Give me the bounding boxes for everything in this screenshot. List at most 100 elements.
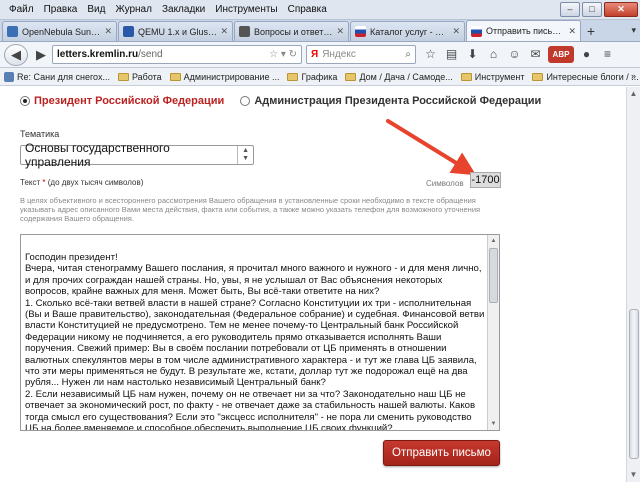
- tab-label: Отправить письмо П...: [486, 26, 565, 36]
- textarea-scrollbar[interactable]: ▲ ▼: [487, 235, 499, 430]
- search-box[interactable]: Я Яндекс ⌕: [306, 45, 416, 64]
- tab-close-icon[interactable]: ✕: [220, 26, 228, 37]
- scroll-down-icon[interactable]: ▼: [488, 418, 499, 430]
- bookmark-folder[interactable]: Администрирование ...: [169, 71, 280, 82]
- menu-file[interactable]: Файл: [4, 4, 39, 15]
- folder-icon: [345, 72, 357, 81]
- back-button[interactable]: ◀: [4, 43, 28, 66]
- bookmark-star-icon[interactable]: ☆: [422, 46, 439, 63]
- topic-select[interactable]: Основы государственного управления ▲ ▼: [20, 141, 254, 169]
- message-textarea[interactable]: Господин президент! Вчера, читая стеногр…: [20, 234, 500, 431]
- tab-label: QEMU 1.x и GlusterFS 3.4...: [138, 26, 217, 37]
- tab-bar: OpenNebula Sunstone... ✕ QEMU 1.x и Glus…: [0, 20, 640, 42]
- menu-help[interactable]: Справка: [283, 4, 332, 15]
- folder-icon: [117, 72, 129, 81]
- recipient-selector: Президент Российской Федерации Администр…: [20, 95, 557, 107]
- tab-close-icon[interactable]: ✕: [568, 26, 576, 37]
- bookmarks-overflow-icon[interactable]: »: [631, 71, 636, 81]
- url-domain: letters.kremlin.ru: [57, 49, 139, 60]
- page-icon: [4, 71, 14, 82]
- bookmark-label: Интересные блоги / ...: [546, 71, 639, 82]
- tab-questions[interactable]: Вопросы и ответы по... ✕: [234, 21, 349, 41]
- bookmark-folder[interactable]: Работа: [117, 71, 162, 82]
- bookmarks-bar: Re: Сани для снегох... Работа Администри…: [0, 68, 640, 86]
- minimize-button[interactable]: –: [560, 2, 580, 17]
- send-letter-button[interactable]: Отправить письмо: [383, 440, 500, 466]
- bookmark-label: Работа: [131, 71, 162, 82]
- page-scroll-thumb[interactable]: [629, 309, 639, 459]
- radio-president-label[interactable]: Президент Российской Федерации: [34, 95, 224, 107]
- form-hint: В целях объективного и всестороннего рас…: [20, 196, 481, 223]
- url-text: letters.kremlin.ru/send: [57, 49, 163, 60]
- radio-administration[interactable]: [240, 96, 251, 106]
- menu-edit[interactable]: Правка: [39, 4, 83, 15]
- radio-administration-label[interactable]: Администрация Президента Российской Феде…: [254, 95, 541, 107]
- new-tab-button[interactable]: +: [582, 23, 600, 41]
- text-label-title: Текст: [20, 178, 41, 187]
- reload-icon[interactable]: ☆ ▾ ↻: [269, 49, 297, 60]
- tab-close-icon[interactable]: ✕: [336, 26, 344, 37]
- clipboard-icon[interactable]: ▤: [443, 46, 460, 63]
- tab-close-icon[interactable]: ✕: [104, 26, 112, 37]
- tab-services-catalog[interactable]: Каталог услуг - Порт... ✕: [350, 21, 465, 41]
- text-limit-note: (до двух тысяч символов): [47, 178, 144, 187]
- home-icon[interactable]: ⌂: [485, 46, 502, 63]
- maximize-button[interactable]: □: [582, 2, 602, 17]
- scroll-up-icon[interactable]: ▲: [627, 87, 640, 101]
- close-window-button[interactable]: ✕: [604, 2, 638, 17]
- tab-send-letter[interactable]: Отправить письмо П... ✕: [466, 20, 581, 41]
- bookmark-label: Инструмент: [474, 71, 525, 82]
- search-placeholder: Яндекс: [322, 49, 356, 60]
- bookmark-item[interactable]: Re: Сани для снегох...: [4, 71, 110, 82]
- russia-icon[interactable]: ●: [578, 46, 595, 63]
- menu-bookmarks[interactable]: Закладки: [157, 4, 210, 15]
- text-label: Текст * (до двух тысяч символов): [20, 178, 143, 187]
- annotation-arrow-icon: [386, 119, 477, 176]
- char-counter: -1700: [470, 172, 501, 188]
- adblock-icon[interactable]: ABP: [548, 46, 574, 63]
- menu-tools[interactable]: Инструменты: [210, 4, 282, 15]
- toolbar-icons: ☆ ▤ ⬇ ⌂ ☺ ✉ ABP ● ≡: [422, 46, 616, 63]
- download-icon[interactable]: ⬇: [464, 46, 481, 63]
- navigation-bar: ◀ ▶ letters.kremlin.ru/send ☆ ▾ ↻ Я Янде…: [0, 42, 640, 68]
- page-scrollbar[interactable]: ▲ ▼: [626, 87, 640, 482]
- tab-label: Каталог услуг - Порт...: [370, 26, 449, 37]
- menu-icon[interactable]: ≡: [599, 46, 616, 63]
- tab-list-chevron-icon[interactable]: ▾: [631, 25, 636, 36]
- scroll-down-icon[interactable]: ▼: [627, 468, 640, 482]
- tab-close-icon[interactable]: ✕: [452, 26, 460, 37]
- folder-icon: [169, 72, 181, 81]
- window-controls: – □ ✕: [560, 2, 638, 17]
- folder-icon: [287, 72, 299, 81]
- url-path: /send: [138, 49, 163, 60]
- page-content: Президент Российской Федерации Администр…: [0, 87, 626, 482]
- opennebula-favicon-icon: [7, 26, 18, 37]
- bookmark-folder[interactable]: Графика: [287, 72, 337, 82]
- menu-view[interactable]: Вид: [82, 4, 110, 15]
- menu-history[interactable]: Журнал: [110, 4, 157, 15]
- textarea-scroll-thumb[interactable]: [489, 248, 498, 303]
- bookmark-folder[interactable]: Интересные блоги / ...: [532, 71, 639, 82]
- menu-bar: Файл Правка Вид Журнал Закладки Инструме…: [0, 0, 640, 20]
- tab-qemu[interactable]: QEMU 1.x и GlusterFS 3.4... ✕: [118, 21, 233, 41]
- yandex-icon: Я: [311, 49, 319, 60]
- bookmark-folder[interactable]: Дом / Дача / Самоде...: [345, 71, 453, 82]
- s-favicon-icon: [239, 26, 250, 37]
- bookmark-label: Администрирование ...: [183, 71, 280, 82]
- scroll-up-icon[interactable]: ▲: [488, 235, 499, 247]
- message-text[interactable]: Господин президент! Вчера, читая стеногр…: [25, 252, 486, 430]
- search-icon[interactable]: ⌕: [405, 49, 411, 60]
- bookmark-label: Дом / Дача / Самоде...: [359, 71, 453, 82]
- tab-opennebula[interactable]: OpenNebula Sunstone... ✕: [2, 21, 117, 41]
- forward-button[interactable]: ▶: [30, 45, 52, 65]
- puzzle-icon[interactable]: ✉: [527, 46, 544, 63]
- select-spinner-icon[interactable]: ▲ ▼: [237, 146, 253, 164]
- tab-label: OpenNebula Sunstone...: [22, 26, 101, 37]
- russian-flag-favicon-icon: [355, 26, 366, 37]
- radio-president[interactable]: [20, 96, 30, 106]
- smiley-icon[interactable]: ☺: [506, 46, 523, 63]
- bookmark-folder[interactable]: Инструмент: [460, 71, 525, 82]
- tab-label: Вопросы и ответы по...: [254, 26, 333, 37]
- address-bar[interactable]: letters.kremlin.ru/send ☆ ▾ ↻: [52, 45, 302, 64]
- char-counter-label: Символов: [426, 179, 464, 188]
